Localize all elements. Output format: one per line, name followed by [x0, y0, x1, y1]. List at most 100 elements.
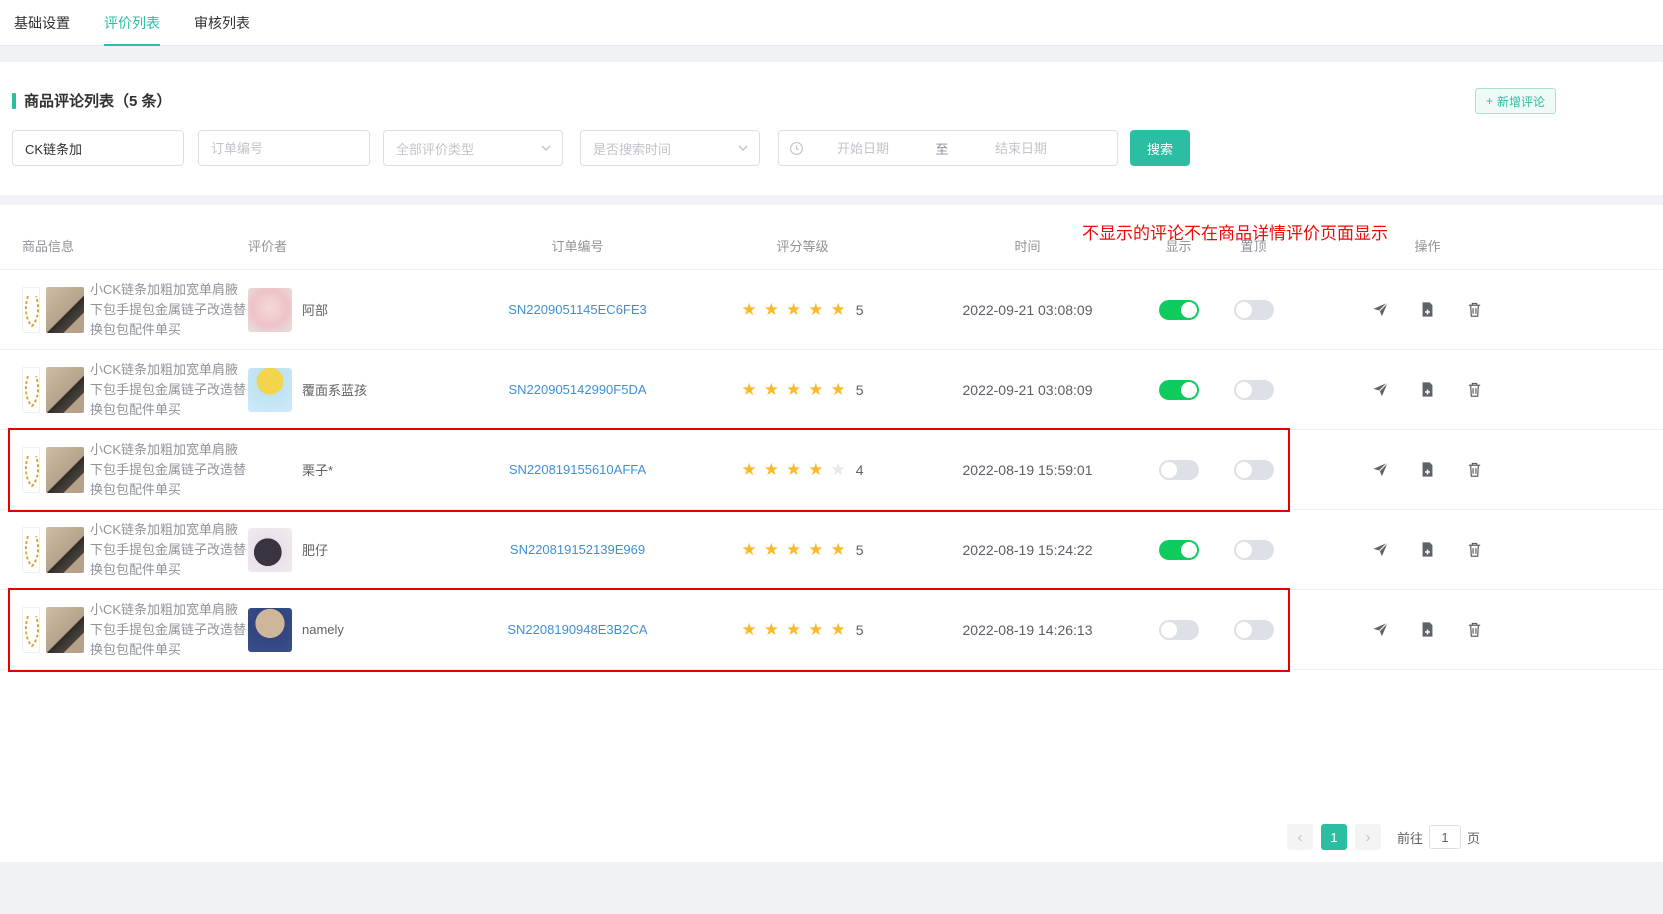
- star-rating: ★★★★★: [741, 381, 845, 398]
- plus-icon: +: [1486, 94, 1493, 108]
- order-number-link[interactable]: SN220905142990F5DA: [508, 382, 646, 397]
- page-title: 商品评论列表（5 条）: [24, 90, 172, 111]
- toggle-knob: [1161, 622, 1177, 638]
- send-icon[interactable]: [1372, 461, 1389, 478]
- file-add-icon[interactable]: [1419, 541, 1436, 558]
- show-toggle[interactable]: [1159, 460, 1199, 480]
- start-date-input[interactable]: [804, 141, 922, 156]
- review-time: 2022-09-21 03:08:09: [963, 302, 1093, 318]
- order-number-link[interactable]: SN220819152139E969: [510, 542, 645, 557]
- product-thumb-bag: [46, 527, 84, 573]
- table-row: 小CK链条加粗加宽单肩腋下包手提包金属链子改造替换包包配件单买 覆面系蓝孩 SN…: [0, 350, 1663, 430]
- send-icon[interactable]: [1372, 381, 1389, 398]
- toggle-knob: [1181, 382, 1197, 398]
- add-comment-button[interactable]: + 新增评论: [1475, 88, 1556, 114]
- table-row: 小CK链条加粗加宽单肩腋下包手提包金属链子改造替换包包配件单买 namely S…: [0, 590, 1663, 670]
- file-add-icon[interactable]: [1419, 301, 1436, 318]
- review-time: 2022-08-19 15:59:01: [963, 462, 1093, 478]
- page-unit-label: 页: [1467, 828, 1480, 847]
- order-number-link[interactable]: SN220819155610AFFA: [509, 462, 646, 477]
- chevron-down-icon: [737, 142, 749, 154]
- end-date-input[interactable]: [962, 141, 1080, 156]
- rating-value: 5: [856, 622, 864, 638]
- file-add-icon[interactable]: [1419, 381, 1436, 398]
- pin-toggle[interactable]: [1234, 300, 1274, 320]
- reviewer-avatar: [248, 528, 292, 572]
- delete-icon[interactable]: [1466, 461, 1483, 478]
- toggle-knob: [1236, 622, 1252, 638]
- col-product-info: 商品信息: [22, 236, 248, 255]
- star-rating: ★★★★★: [741, 621, 845, 638]
- pin-toggle[interactable]: [1234, 540, 1274, 560]
- file-add-icon[interactable]: [1419, 461, 1436, 478]
- reviewer-name: 阿部: [302, 300, 328, 319]
- table-row: 小CK链条加粗加宽单肩腋下包手提包金属链子改造替换包包配件单买 栗子* SN22…: [0, 430, 1663, 510]
- product-title: 小CK链条加粗加宽单肩腋下包手提包金属链子改造替换包包配件单买: [90, 280, 246, 340]
- product-thumb-bag: [46, 607, 84, 653]
- show-toggle[interactable]: [1159, 540, 1199, 560]
- product-title: 小CK链条加粗加宽单肩腋下包手提包金属链子改造替换包包配件单买: [90, 440, 246, 500]
- filter-panel: 商品评论列表（5 条） + 新增评论 全部评价类型 是否搜索时间 至 搜索: [0, 62, 1663, 195]
- reviewer-avatar: [248, 448, 292, 492]
- pin-toggle[interactable]: [1234, 380, 1274, 400]
- product-thumb-chain: [22, 527, 40, 573]
- keyword-input[interactable]: [12, 130, 184, 166]
- page-number-button[interactable]: 1: [1321, 824, 1347, 850]
- product-thumb-chain: [22, 607, 40, 653]
- delete-icon[interactable]: [1466, 301, 1483, 318]
- review-time: 2022-09-21 03:08:09: [963, 382, 1093, 398]
- reviewer-name: 覆面系蓝孩: [302, 380, 367, 399]
- reviewer-name: 栗子*: [302, 460, 333, 479]
- search-time-select[interactable]: 是否搜索时间: [580, 130, 760, 166]
- show-toggle[interactable]: [1159, 620, 1199, 640]
- red-annotation-note: 不显示的评论不在商品详情评价页面显示: [1082, 219, 1388, 244]
- col-reviewer: 评价者: [248, 236, 455, 255]
- date-separator: 至: [922, 139, 962, 158]
- review-time: 2022-08-19 14:26:13: [963, 622, 1093, 638]
- product-thumb-chain: [22, 287, 40, 333]
- tab-audit-list[interactable]: 审核列表: [194, 0, 250, 45]
- toggle-knob: [1236, 542, 1252, 558]
- review-type-select-value: 全部评价类型: [396, 139, 474, 158]
- date-range-picker[interactable]: 至: [778, 130, 1118, 166]
- delete-icon[interactable]: [1466, 541, 1483, 558]
- col-rating: 评分等级: [700, 236, 905, 255]
- show-toggle[interactable]: [1159, 380, 1199, 400]
- search-button[interactable]: 搜索: [1130, 130, 1190, 166]
- send-icon[interactable]: [1372, 621, 1389, 638]
- toggle-knob: [1236, 382, 1252, 398]
- goto-page-input[interactable]: [1429, 825, 1461, 849]
- prev-page-button[interactable]: ‹: [1287, 824, 1313, 850]
- product-thumb-chain: [22, 367, 40, 413]
- pin-toggle[interactable]: [1234, 620, 1274, 640]
- col-order-number: 订单编号: [455, 236, 700, 255]
- tab-basic-settings[interactable]: 基础设置: [14, 0, 70, 45]
- reviewer-avatar: [248, 608, 292, 652]
- review-type-select[interactable]: 全部评价类型: [383, 130, 563, 166]
- product-title: 小CK链条加粗加宽单肩腋下包手提包金属链子改造替换包包配件单买: [90, 360, 246, 420]
- order-number-input[interactable]: [198, 130, 370, 166]
- product-thumb-bag: [46, 447, 84, 493]
- table-row: 小CK链条加粗加宽单肩腋下包手提包金属链子改造替换包包配件单买 阿部 SN220…: [0, 270, 1663, 350]
- order-number-link[interactable]: SN2208190948E3B2CA: [507, 622, 647, 637]
- product-title: 小CK链条加粗加宽单肩腋下包手提包金属链子改造替换包包配件单买: [90, 520, 246, 580]
- send-icon[interactable]: [1372, 301, 1389, 318]
- filter-bar: 全部评价类型 是否搜索时间 至 搜索: [12, 130, 1190, 166]
- toggle-knob: [1181, 542, 1197, 558]
- chevron-down-icon: [540, 142, 552, 154]
- search-time-select-value: 是否搜索时间: [593, 139, 671, 158]
- order-number-link[interactable]: SN2209051145EC6FE3: [508, 302, 647, 317]
- send-icon[interactable]: [1372, 541, 1389, 558]
- table-header-row: 商品信息 评价者 订单编号 评分等级 时间 显示 置顶 操作: [0, 205, 1663, 270]
- pin-toggle[interactable]: [1234, 460, 1274, 480]
- list-title: 商品评论列表（5 条）: [12, 90, 172, 111]
- delete-icon[interactable]: [1466, 381, 1483, 398]
- product-thumb-bag: [46, 367, 84, 413]
- file-add-icon[interactable]: [1419, 621, 1436, 638]
- next-page-button[interactable]: ›: [1355, 824, 1381, 850]
- delete-icon[interactable]: [1466, 621, 1483, 638]
- tab-review-list[interactable]: 评价列表: [104, 0, 160, 45]
- toggle-knob: [1236, 462, 1252, 478]
- show-toggle[interactable]: [1159, 300, 1199, 320]
- reviewer-name: 肥仔: [302, 540, 328, 559]
